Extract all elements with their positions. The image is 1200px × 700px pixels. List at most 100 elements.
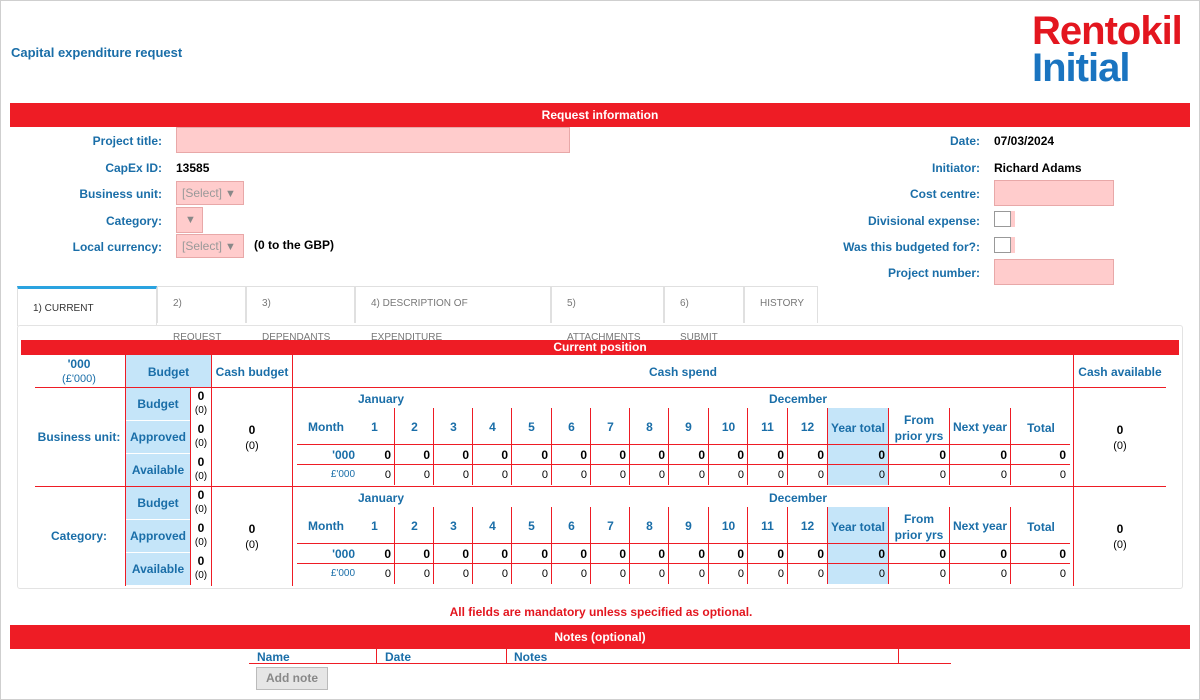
local-currency-select[interactable]: [Select] ▼ — [176, 234, 244, 258]
tab-current-position[interactable]: 1) CURRENT POSITION — [17, 286, 157, 354]
section-divider — [35, 486, 1166, 487]
cash-available-col-header: Cash available — [1078, 365, 1162, 379]
budget-col-header: Budget — [147, 365, 190, 379]
sub-row-value: 0 — [197, 389, 205, 403]
december-label: December — [768, 392, 828, 406]
month-divider — [888, 408, 889, 485]
value-000: 0 — [580, 448, 587, 462]
cash-available-sub: (0) — [1113, 440, 1127, 452]
tab-request[interactable]: 2) REQUEST — [157, 286, 246, 343]
value-000: 0 — [737, 547, 744, 561]
cash-spend-col-header: Cash spend — [648, 365, 717, 379]
month-label: Month — [308, 519, 344, 533]
notes-col-date: Date — [385, 650, 412, 664]
project-number-input[interactable] — [994, 259, 1114, 285]
project-title-input[interactable] — [176, 127, 570, 153]
month-header: 5 — [528, 420, 535, 434]
period-header: Next year — [952, 519, 1008, 533]
category-select[interactable]: ▼ — [176, 207, 203, 233]
row-label-000: '000 — [332, 448, 355, 462]
value-000: 0 — [462, 448, 469, 462]
value-gbp: 0 — [423, 469, 430, 481]
value-gbp: 0 — [501, 568, 508, 580]
sub-row-label: Budget — [137, 496, 179, 510]
value-gbp: 0 — [658, 568, 665, 580]
january-label: January — [357, 392, 405, 406]
month-header: 3 — [450, 519, 457, 533]
tab-description-of-expenditure[interactable]: 4) DESCRIPTION OF EXPENDITURE — [355, 286, 551, 343]
tab-history[interactable]: HISTORY — [744, 286, 818, 323]
business-unit-select[interactable]: [Select] ▼ — [176, 181, 244, 205]
month-label: Month — [308, 420, 344, 434]
budgeted-checkbox[interactable] — [994, 237, 1015, 253]
value-gbp: 0 — [737, 568, 744, 580]
value-000: 0 — [462, 547, 469, 561]
december-label: December — [768, 491, 828, 505]
tab-submit[interactable]: 6) SUBMIT — [664, 286, 744, 343]
cost-centre-label: Cost centre: — [909, 187, 980, 201]
value-gbp: 0 — [462, 469, 469, 481]
value-gbp: 0 — [939, 469, 946, 481]
project-title-label: Project title: — [92, 134, 162, 148]
tab-dependants[interactable]: 3) DEPENDANTS — [246, 286, 355, 343]
sub-row-label: Available — [131, 463, 185, 477]
month-divider — [1010, 408, 1011, 485]
add-note-button[interactable]: Add note — [256, 667, 328, 690]
value-000: 0 — [777, 448, 784, 462]
month-divider — [1010, 507, 1011, 584]
month-divider — [888, 507, 889, 584]
sub-row-value-gbp: (0) — [194, 405, 208, 416]
value-000: 0 — [1059, 547, 1066, 561]
value-000: 0 — [658, 547, 665, 561]
month-header: 12 — [800, 519, 815, 533]
divisional-expense-checkbox[interactable] — [994, 211, 1015, 227]
sub-row-value: 0 — [197, 521, 205, 535]
value-000: 0 — [777, 547, 784, 561]
month-divider — [949, 408, 950, 485]
capex-id-value: 13585 — [176, 161, 210, 175]
cash-available-sub: (0) — [1113, 539, 1127, 551]
value-gbp: 0 — [698, 469, 705, 481]
value-gbp: 0 — [777, 568, 784, 580]
project-number-label: Project number: — [887, 266, 980, 280]
value-000: 0 — [939, 448, 946, 462]
value-gbp: 0 — [737, 469, 744, 481]
month-header: 7 — [607, 420, 614, 434]
column-divider — [292, 355, 293, 586]
month-header: 7 — [607, 519, 614, 533]
month-header: 5 — [528, 519, 535, 533]
month-header: 3 — [450, 420, 457, 434]
month-header: 10 — [721, 519, 736, 533]
value-gbp: 0 — [501, 469, 508, 481]
company-logo: Rentokil Initial — [1032, 11, 1183, 90]
month-header: 2 — [411, 519, 418, 533]
value-000: 0 — [737, 448, 744, 462]
cash-budget-value: 0 — [248, 423, 256, 437]
value-000: 0 — [423, 448, 430, 462]
period-header: Total — [1027, 520, 1055, 534]
value-000: 0 — [541, 547, 548, 561]
value-000: 0 — [423, 547, 430, 561]
value-gbp: 0 — [1059, 568, 1066, 580]
header-divider — [35, 387, 1166, 388]
date-label: Date: — [949, 134, 980, 148]
month-header: 11 — [761, 420, 774, 434]
sub-row-label: Approved — [129, 430, 186, 444]
cost-centre-input[interactable] — [994, 180, 1114, 206]
unit-label: '000 — [67, 357, 91, 371]
sub-value-divider — [190, 487, 191, 585]
tab-attachments[interactable]: 5) ATTACHMENTS — [551, 286, 664, 343]
value-gbp: 0 — [698, 568, 705, 580]
logo-line-2: Initial — [1032, 46, 1130, 90]
row-divider — [297, 563, 1070, 564]
sub-row-label: Available — [131, 562, 185, 576]
local-currency-select-value: [Select] — [182, 239, 223, 253]
notes-col-divider — [506, 647, 507, 664]
sub-row-value-gbp: (0) — [194, 471, 208, 482]
value-000: 0 — [1000, 547, 1007, 561]
column-divider — [211, 355, 212, 586]
value-000: 0 — [384, 547, 391, 561]
value-gbp: 0 — [384, 568, 391, 580]
month-header: 1 — [371, 420, 378, 434]
sub-row-label: Budget — [137, 397, 179, 411]
